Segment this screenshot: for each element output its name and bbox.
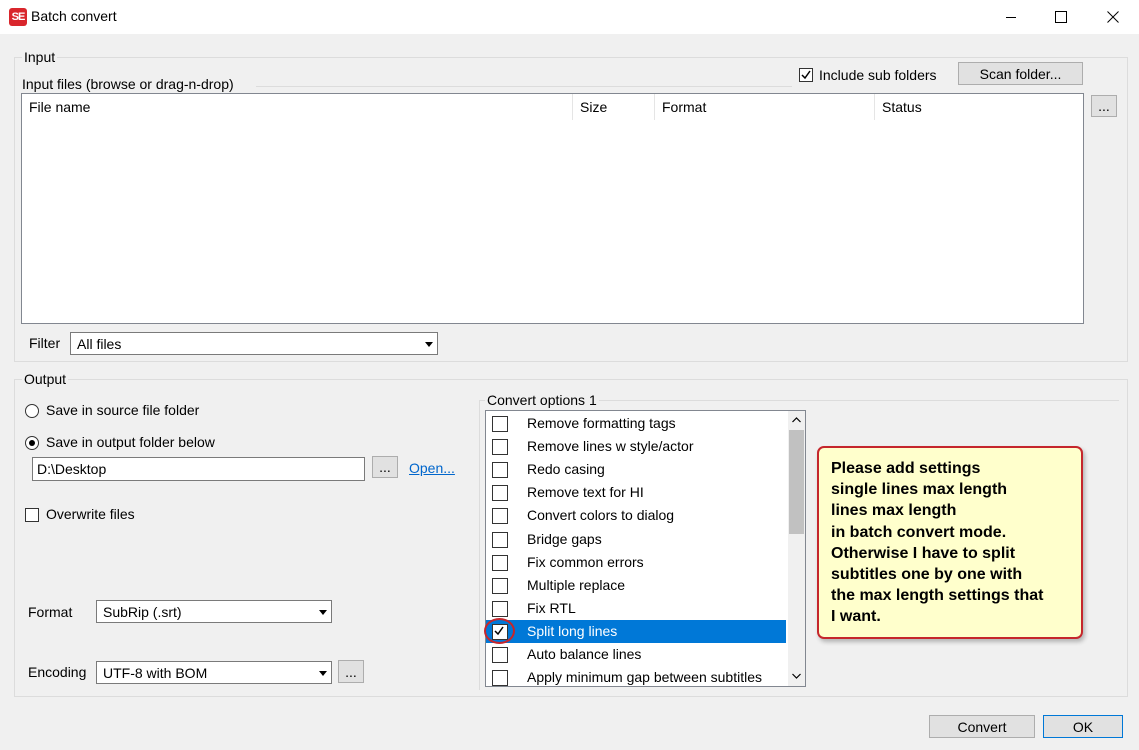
overwrite-files-checkbox[interactable] [25, 508, 39, 522]
output-folder-input[interactable]: D:\Desktop [32, 457, 365, 481]
overwrite-files-label: Overwrite files [46, 506, 135, 522]
format-combo[interactable]: SubRip (.srt) [96, 600, 332, 623]
convert-option-label: Redo casing [527, 461, 605, 478]
convert-option-checkbox[interactable] [492, 485, 508, 502]
checkmark-icon [801, 70, 811, 80]
filter-value: All files [77, 336, 122, 352]
save-in-output-radio[interactable] [25, 436, 39, 450]
scroll-down-icon[interactable] [792, 673, 801, 679]
note-line: Otherwise I have to split [831, 544, 1016, 562]
convert-option-checkbox[interactable] [492, 508, 508, 525]
scrollbar-thumb[interactable] [789, 430, 804, 534]
save-in-source-radio[interactable] [25, 404, 39, 418]
note-line: in batch convert mode. [831, 523, 1007, 541]
close-button[interactable] [1090, 0, 1136, 34]
scroll-up-icon[interactable] [792, 417, 801, 423]
open-folder-link[interactable]: Open... [409, 460, 455, 476]
convert-option-label: Fix RTL [527, 599, 576, 616]
convert-option-label: Remove lines w style/actor [527, 438, 694, 455]
convert-options-label: Convert options 1 [485, 392, 599, 408]
options-scrollbar[interactable] [788, 411, 805, 686]
convert-option-item[interactable]: Fix RTL [486, 597, 786, 620]
note-line: Please add settings [831, 460, 981, 477]
encoding-label: Encoding [28, 664, 87, 680]
convert-option-checkbox[interactable] [492, 439, 508, 456]
encoding-value: UTF-8 with BOM [103, 665, 208, 681]
column-header-format[interactable]: Format [655, 94, 875, 120]
highlight-ring [484, 618, 515, 644]
chevron-down-icon [425, 342, 433, 347]
convert-option-label: Remove formatting tags [527, 415, 676, 431]
convert-option-label: Fix common errors [527, 553, 644, 570]
note-line: I want. [831, 608, 881, 626]
input-group-label: Input [22, 49, 58, 65]
convert-option-item[interactable]: Remove formatting tags [486, 412, 786, 435]
column-header-size[interactable]: Size [573, 94, 655, 120]
input-files-label: Input files (browse or drag-n-drop) [22, 76, 234, 92]
convert-option-label: Auto balance lines [527, 646, 642, 662]
convert-option-item[interactable]: Bridge gaps [486, 528, 786, 551]
convert-option-checkbox[interactable] [492, 554, 508, 571]
minimize-icon [1006, 17, 1016, 18]
note-line: subtitles one by one with [831, 566, 1023, 584]
convert-option-item[interactable]: Remove text for HI [486, 481, 786, 504]
convert-option-item[interactable]: Split long lines [486, 619, 786, 643]
input-files-list[interactable]: File name Size Format Status [21, 93, 1084, 324]
input-files-divider [256, 86, 792, 87]
include-sub-folders-label: Include sub folders [819, 67, 937, 83]
save-in-source-label: Save in source file folder [46, 402, 200, 418]
minimize-button[interactable] [988, 0, 1034, 34]
maximize-icon [1055, 11, 1067, 23]
convert-option-item[interactable]: Remove lines w style/actor [486, 435, 786, 458]
window-title: Batch convert [31, 8, 117, 24]
convert-option-checkbox[interactable] [492, 647, 508, 663]
convert-option-item[interactable]: Apply minimum gap between subtitles [486, 666, 786, 686]
column-header-status[interactable]: Status [875, 94, 1083, 120]
convert-option-item[interactable]: Multiple replace [486, 574, 786, 597]
convert-option-label: Convert colors to dialog [527, 507, 675, 524]
note-line: lines max length [831, 502, 957, 520]
filter-label: Filter [29, 335, 61, 351]
output-group-label: Output [22, 371, 69, 387]
format-label: Format [28, 604, 73, 620]
convert-option-label: Remove text for HI [527, 484, 644, 501]
convert-option-label: Multiple replace [527, 576, 626, 593]
filter-combo[interactable]: All files [70, 332, 438, 355]
convert-option-checkbox[interactable] [492, 416, 508, 432]
browse-output-button[interactable]: ... [372, 456, 398, 478]
convert-options-list[interactable]: Remove formatting tags Remove lines w sty… [485, 410, 806, 687]
convert-option-label: Apply minimum gap between subtitles [527, 669, 763, 686]
convert-option-item[interactable]: Convert colors to dialog [486, 504, 786, 527]
annotation-note: Please add settings single lines max len… [817, 446, 1083, 639]
maximize-button[interactable] [1038, 0, 1084, 34]
convert-option-checkbox[interactable] [492, 462, 508, 479]
ok-button[interactable]: OK [1043, 715, 1123, 738]
format-value: SubRip (.srt) [103, 604, 182, 620]
column-header-file-name[interactable]: File name [22, 94, 573, 120]
convert-option-checkbox[interactable] [492, 577, 508, 594]
convert-option-label: Split long lines [527, 622, 618, 639]
convert-option-item[interactable]: Fix common errors [486, 551, 786, 574]
convert-option-item[interactable]: Auto balance lines [486, 643, 786, 666]
close-icon [1107, 11, 1119, 23]
convert-option-item[interactable]: Redo casing [486, 458, 786, 481]
convert-option-checkbox[interactable] [492, 670, 508, 686]
note-line: the max length settings that [831, 587, 1044, 605]
convert-option-checkbox[interactable] [492, 600, 508, 617]
convert-option-label: Bridge gaps [527, 530, 602, 547]
encoding-combo[interactable]: UTF-8 with BOM [96, 661, 332, 684]
chevron-down-icon [319, 671, 327, 676]
title-bar: SE Batch convert [0, 0, 1139, 34]
radio-selected-dot [29, 440, 35, 446]
include-sub-folders-checkbox[interactable] [799, 68, 813, 82]
save-in-output-label: Save in output folder below [46, 434, 215, 450]
note-line: single lines max length [831, 481, 1008, 499]
convert-button[interactable]: Convert [929, 715, 1035, 738]
browse-input-button[interactable]: ... [1091, 95, 1117, 117]
app-logo-icon: SE [9, 8, 27, 26]
chevron-down-icon [319, 610, 327, 615]
convert-option-checkbox[interactable] [492, 531, 508, 548]
scan-folder-button[interactable]: Scan folder... [958, 62, 1083, 85]
encoding-settings-button[interactable]: ... [338, 660, 364, 683]
